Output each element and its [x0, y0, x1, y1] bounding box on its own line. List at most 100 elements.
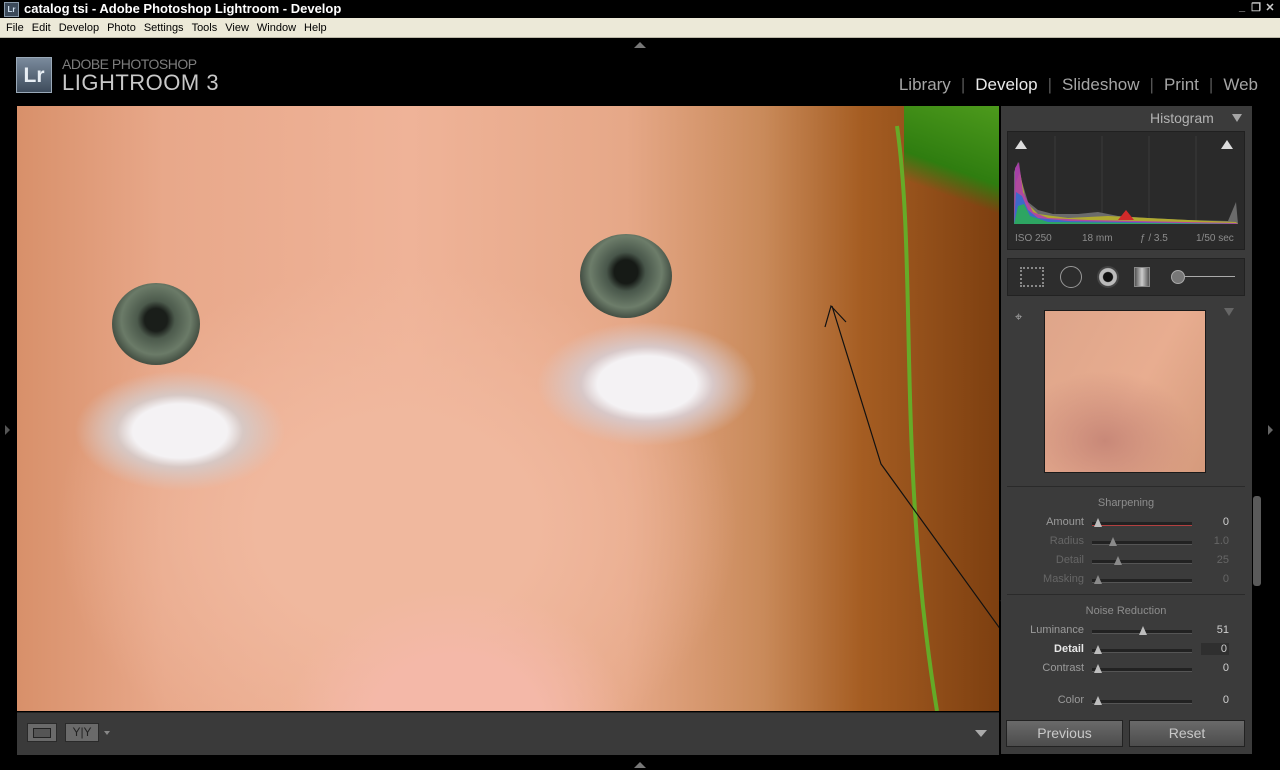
- slider-value[interactable]: 0: [1200, 643, 1229, 655]
- menu-edit[interactable]: Edit: [28, 19, 55, 38]
- slider-label: Amount: [1046, 516, 1084, 528]
- adjustment-brush-line: [1185, 276, 1235, 277]
- module-develop[interactable]: Develop: [975, 75, 1037, 95]
- slider-thumb[interactable]: [1139, 626, 1147, 635]
- highlight-clipping-icon[interactable]: [1221, 140, 1233, 149]
- slider-value[interactable]: 0: [1223, 516, 1229, 528]
- slider-value[interactable]: 25: [1217, 554, 1229, 566]
- module-separator: |: [960, 75, 966, 94]
- slider-contrast-row: Contrast 0: [1007, 660, 1245, 677]
- module-print[interactable]: Print: [1164, 75, 1199, 95]
- detail-preview[interactable]: [1044, 310, 1206, 473]
- loupe-icon: [33, 728, 51, 738]
- slider-thumb[interactable]: [1094, 696, 1102, 705]
- module-web[interactable]: Web: [1223, 75, 1258, 95]
- focal-length: 18 mm: [1082, 233, 1113, 244]
- module-separator: |: [1047, 75, 1053, 94]
- slider-label: Detail: [1054, 643, 1084, 655]
- menu-view[interactable]: View: [221, 19, 253, 38]
- aperture-value: ƒ / 3.5: [1140, 233, 1168, 244]
- menu-help[interactable]: Help: [300, 19, 331, 38]
- reset-button[interactable]: Reset: [1129, 720, 1245, 747]
- window-title: catalog tsi - Adobe Photoshop Lightroom …: [24, 1, 342, 16]
- slider-label: Contrast: [1042, 662, 1084, 674]
- slider-value[interactable]: 51: [1217, 624, 1229, 636]
- slider-amount-row: Amount 0: [1007, 514, 1245, 531]
- graduated-filter-icon[interactable]: [1134, 267, 1150, 287]
- slider-label: Color: [1057, 694, 1084, 706]
- module-slideshow[interactable]: Slideshow: [1062, 75, 1140, 95]
- before-after-button[interactable]: Y|Y: [65, 723, 99, 742]
- window-title-bar: Lr catalog tsi - Adobe Photoshop Lightro…: [0, 0, 1280, 18]
- detail-collapse-icon[interactable]: [1224, 308, 1234, 316]
- menu-develop[interactable]: Develop: [55, 19, 103, 38]
- slider-label: Masking: [1043, 573, 1084, 585]
- minimize-icon[interactable]: _: [1236, 1, 1248, 13]
- slider-label: Detail: [1055, 554, 1084, 566]
- slider-track[interactable]: [1092, 700, 1192, 704]
- restore-icon[interactable]: ❐: [1250, 1, 1262, 14]
- module-separator: |: [1208, 75, 1214, 94]
- photo-overlay: [824, 125, 999, 711]
- slider-detail-row: Detail 25: [1007, 552, 1245, 569]
- spot-removal-icon[interactable]: [1060, 266, 1082, 288]
- target-adjust-icon[interactable]: ⌖: [1015, 309, 1022, 325]
- slider-track[interactable]: [1092, 522, 1192, 526]
- photo-toolbar: Y|Y: [17, 712, 999, 755]
- slider-track[interactable]: [1092, 668, 1192, 672]
- menu-tools[interactable]: Tools: [188, 19, 222, 38]
- slider-thumb[interactable]: [1113, 556, 1122, 565]
- view-options-dropdown-icon[interactable]: [104, 731, 110, 735]
- slider-thumb[interactable]: [1109, 537, 1118, 546]
- histogram-graph: [1014, 136, 1238, 224]
- right-panel-toggle-icon[interactable]: [1268, 425, 1273, 435]
- shutter-speed: 1/50 sec: [1196, 233, 1234, 244]
- menu-settings[interactable]: Settings: [140, 19, 188, 38]
- slider-thumb[interactable]: [1094, 575, 1102, 584]
- shadow-clipping-icon[interactable]: [1015, 140, 1027, 149]
- slider-track[interactable]: [1092, 579, 1192, 583]
- bottom-panel-toggle-icon[interactable]: [634, 762, 646, 768]
- panel-scrollbar[interactable]: [1253, 496, 1261, 586]
- noise-reduction-title: Noise Reduction: [1085, 605, 1167, 617]
- red-eye-icon[interactable]: [1097, 266, 1119, 288]
- previous-button[interactable]: Previous: [1006, 720, 1123, 747]
- close-icon[interactable]: ✕: [1264, 1, 1276, 14]
- menu-photo[interactable]: Photo: [103, 19, 140, 38]
- slider-track[interactable]: [1092, 649, 1192, 653]
- module-separator: |: [1149, 75, 1154, 94]
- toolbar-menu-icon[interactable]: [975, 730, 987, 737]
- slider-value[interactable]: 0: [1223, 573, 1229, 585]
- slider-label: Luminance: [1030, 624, 1084, 636]
- slider-value[interactable]: 1.0: [1214, 535, 1229, 547]
- histogram-title[interactable]: Histogram: [1150, 110, 1214, 126]
- slider-track[interactable]: [1092, 560, 1192, 564]
- slider-detail-row: Detail 0: [1007, 641, 1245, 658]
- loupe-view-button[interactable]: [27, 723, 57, 742]
- slider-thumb[interactable]: [1094, 664, 1102, 673]
- module-picker: Library | Develop | Slideshow | Print | Web: [899, 75, 1258, 95]
- crop-overlay-icon[interactable]: [1020, 267, 1044, 287]
- iso-value: ISO 250: [1015, 233, 1052, 244]
- menu-window[interactable]: Window: [253, 19, 300, 38]
- top-panel-toggle-icon[interactable]: [634, 42, 646, 48]
- slider-value[interactable]: 0: [1223, 694, 1229, 706]
- slider-thumb[interactable]: [1094, 645, 1102, 654]
- tool-strip: [1007, 258, 1245, 296]
- slider-masking-row: Masking 0: [1007, 571, 1245, 588]
- histogram-collapse-icon[interactable]: [1232, 114, 1242, 122]
- slider-thumb[interactable]: [1094, 518, 1102, 527]
- menu-bar: File Edit Develop Photo Settings Tools View Win…: [0, 18, 1280, 38]
- slider-color-row: Color 0: [1007, 692, 1245, 709]
- left-panel-toggle-icon[interactable]: [5, 425, 10, 435]
- photo-canvas[interactable]: [17, 106, 999, 711]
- app-icon: Lr: [4, 2, 19, 17]
- module-library[interactable]: Library: [899, 75, 951, 95]
- slider-track[interactable]: [1092, 541, 1192, 545]
- menu-file[interactable]: File: [2, 19, 28, 38]
- slider-value[interactable]: 0: [1223, 662, 1229, 674]
- slider-label: Radius: [1049, 535, 1084, 547]
- slider-radius-row: Radius 1.0: [1007, 533, 1245, 550]
- adjustment-brush-icon[interactable]: [1171, 270, 1185, 284]
- sharpening-title: Sharpening: [1097, 497, 1155, 509]
